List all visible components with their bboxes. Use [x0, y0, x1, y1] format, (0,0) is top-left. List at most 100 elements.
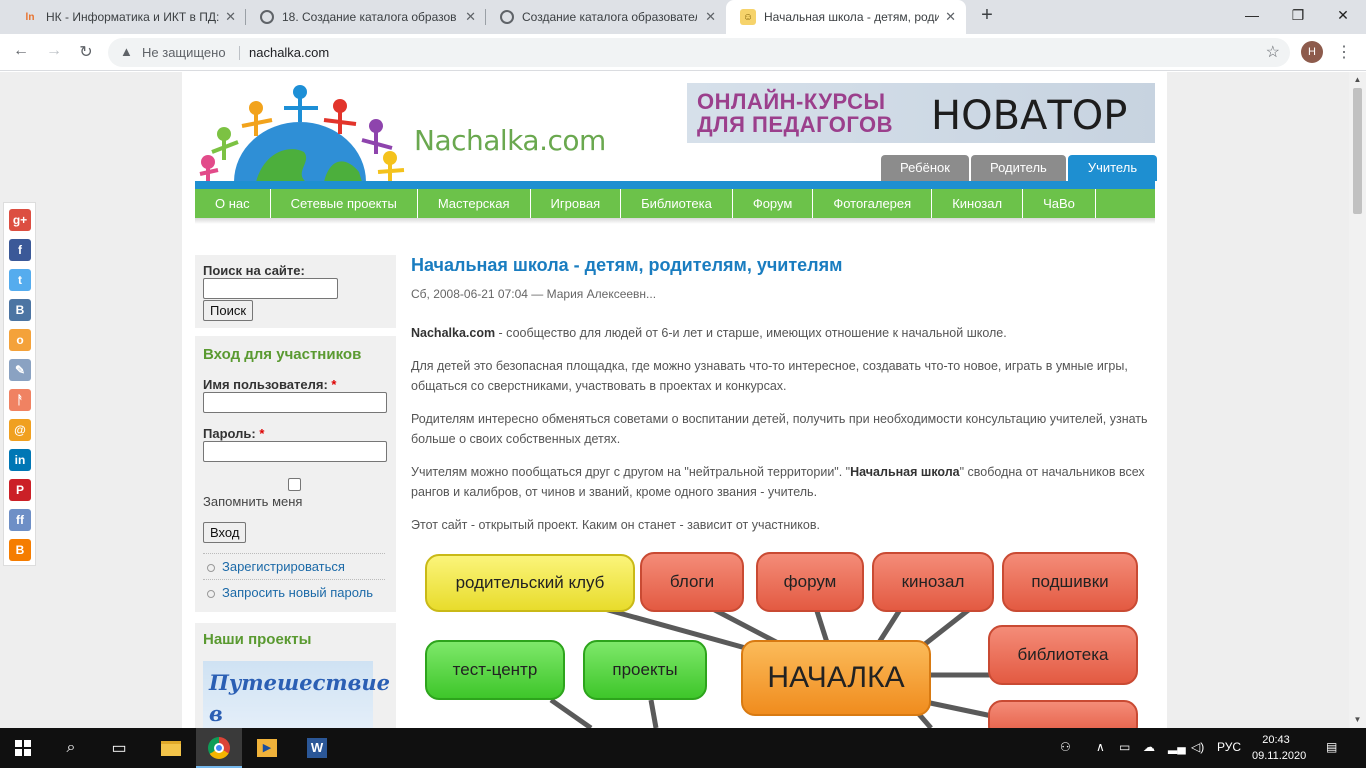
article-meta: Сб, 2008-06-21 07:04 — Мария Алексеевн..… [411, 287, 657, 301]
browser-tab-4-active[interactable]: ☺ Начальная школа - детям, роди ✕ [726, 0, 966, 34]
livejournal-icon[interactable]: ✎ [9, 359, 31, 381]
scroll-up-icon[interactable]: ▲ [1349, 72, 1366, 88]
file-explorer-icon[interactable] [148, 728, 194, 768]
nav-library[interactable]: Библиотека [621, 189, 733, 218]
onedrive-icon[interactable]: ☁ [1143, 740, 1155, 754]
tab-parent[interactable]: Родитель [970, 155, 1066, 181]
mindmap-node-library: библиотека [988, 625, 1138, 685]
media-player-icon[interactable]: ▶ [244, 728, 290, 768]
close-tab-icon[interactable]: ✕ [945, 9, 956, 25]
remember-me-label: Запомнить меня [203, 494, 303, 509]
search-button[interactable]: Поиск [203, 300, 254, 321]
close-tab-icon[interactable]: ✕ [705, 9, 716, 25]
nav-cinema[interactable]: Кинозал [932, 189, 1024, 218]
request-password-link[interactable]: Запросить новый пароль [203, 579, 385, 605]
project-image-text: Путешествие в [209, 670, 390, 726]
nav-photo-gallery[interactable]: Фотогалерея [813, 189, 933, 218]
bookmark-star-icon[interactable]: ☆ [1266, 42, 1280, 62]
new-tab-icon[interactable]: + [976, 4, 998, 27]
restore-icon[interactable]: ❐ [1275, 0, 1321, 30]
browser-tab-2[interactable]: 18. Создание каталога образов ✕ [246, 0, 486, 34]
logo-kids-globe-image[interactable] [194, 82, 406, 182]
windows-start-icon[interactable] [0, 728, 46, 768]
twitter-icon[interactable]: t [9, 269, 31, 291]
tray-expand-icon[interactable]: ∧ [1096, 740, 1105, 754]
moikrug-icon[interactable]: ᚨ [9, 389, 31, 411]
close-tab-icon[interactable]: ✕ [225, 9, 236, 25]
task-view-icon[interactable]: ▭ [96, 728, 142, 768]
paragraph-parents: Родителям интересно обменяться советами … [411, 412, 1148, 446]
tab-teacher[interactable]: Учитель [1067, 155, 1158, 181]
search-input[interactable] [203, 278, 338, 299]
audience-tabs: Ребёнок Родитель Учитель [879, 155, 1158, 181]
security-label[interactable]: Не защищено [142, 45, 226, 60]
close-tab-icon[interactable]: ✕ [465, 9, 476, 25]
remember-me-checkbox[interactable] [288, 478, 301, 491]
people-icon[interactable]: ⚇ [1060, 740, 1071, 754]
volume-icon[interactable]: ◁) [1191, 740, 1204, 754]
register-link[interactable]: Зарегистрироваться [203, 553, 385, 579]
nav-faq[interactable]: ЧаВо [1023, 189, 1096, 218]
linkedin-icon[interactable]: in [9, 449, 31, 471]
scroll-thumb[interactable] [1353, 88, 1362, 214]
vkontakte-icon[interactable]: B [9, 299, 31, 321]
facebook-icon[interactable]: f [9, 239, 31, 261]
mail-ru-icon[interactable]: @ [9, 419, 31, 441]
novator-ad-banner[interactable]: ОНЛАЙН-КУРСЫ ДЛЯ ПЕДАГОГОВ НОВАТОР [687, 83, 1155, 143]
reload-icon[interactable]: ↻ [76, 42, 96, 62]
username-field[interactable] [203, 392, 387, 413]
login-title: Вход для участников [203, 346, 362, 363]
forward-icon[interactable]: → [44, 42, 64, 60]
school-name-bold: Начальная школа [850, 465, 960, 479]
nav-forum[interactable]: Форум [733, 189, 814, 218]
browser-tab-1[interactable]: ln НК - Информатика и ИКТ в ПД: ✕ [8, 0, 246, 34]
odnoklassniki-icon[interactable]: o [9, 329, 31, 351]
profile-avatar[interactable]: Н [1301, 41, 1323, 63]
paragraph-teachers: Учителям можно пообщаться друг с другом … [411, 462, 1151, 502]
pinterest-icon[interactable]: P [9, 479, 31, 501]
language-indicator[interactable]: РУС [1217, 740, 1241, 754]
network-icon[interactable]: ▂▄ [1168, 740, 1186, 754]
login-button[interactable]: Вход [203, 522, 247, 543]
close-window-icon[interactable]: ✕ [1320, 0, 1366, 30]
page-scrollbar[interactable]: ▲ ▼ [1349, 72, 1366, 728]
nav-workshop[interactable]: Мастерская [418, 189, 531, 218]
search-icon[interactable]: ⌕ [48, 728, 94, 768]
google-plus-icon[interactable]: g+ [9, 209, 31, 231]
nav-playroom[interactable]: Игровая [531, 189, 622, 218]
scroll-down-icon[interactable]: ▼ [1349, 712, 1366, 728]
chrome-icon[interactable] [196, 728, 242, 768]
tab-title: Начальная школа - детям, роди [764, 10, 939, 24]
browser-tab-strip: ln НК - Информатика и ИКТ в ПД: ✕ 18. Со… [0, 0, 1366, 34]
url-text[interactable]: nachalka.com [249, 45, 329, 60]
nav-network-projects[interactable]: Сетевые проекты [271, 189, 418, 218]
friendfeed-icon[interactable]: ff [9, 509, 31, 531]
back-icon[interactable]: ← [11, 42, 31, 60]
battery-icon[interactable]: ▭ [1119, 740, 1130, 754]
project-travel-image[interactable]: Путешествие в [203, 661, 390, 728]
mindmap-node-test-center: тест-центр [425, 640, 565, 700]
tab-title: НК - Информатика и ИКТ в ПД: [46, 10, 220, 24]
tab-child[interactable]: Ребёнок [881, 155, 969, 181]
notifications-icon[interactable]: ▤ [1326, 740, 1337, 754]
blogger-icon[interactable]: B [9, 539, 31, 561]
site-logo-text[interactable]: Nachalka.com [414, 124, 606, 157]
main-nav: О нас Сетевые проекты Мастерская Игровая… [195, 189, 1155, 218]
divider [239, 46, 240, 60]
nav-about[interactable]: О нас [195, 189, 271, 218]
page-title[interactable]: Начальная школа - детям, родителям, учит… [411, 255, 842, 276]
search-block: Поиск на сайте: Поиск [195, 255, 396, 328]
browser-tab-3[interactable]: Создание каталога образовател ✕ [486, 0, 726, 34]
site-container: Nachalka.com ОНЛАЙН-КУРСЫ ДЛЯ ПЕДАГОГОВ … [182, 72, 1167, 728]
address-bar[interactable]: ▲ Не защищено nachalka.com ☆ [108, 38, 1290, 67]
mindmap-node-forum: форум [756, 552, 864, 612]
menu-dots-icon[interactable]: ⋮ [1336, 42, 1352, 62]
mindmap-node-partial [988, 700, 1138, 728]
system-clock[interactable]: 20:43 09.11.2020 [1252, 732, 1306, 764]
warning-icon[interactable]: ▲ [120, 44, 133, 59]
password-field[interactable] [203, 441, 387, 462]
tab-title: Создание каталога образовател [522, 10, 697, 24]
projects-title: Наши проекты [203, 631, 312, 648]
minimize-icon[interactable]: — [1229, 0, 1275, 30]
word-icon[interactable]: W [294, 728, 340, 768]
